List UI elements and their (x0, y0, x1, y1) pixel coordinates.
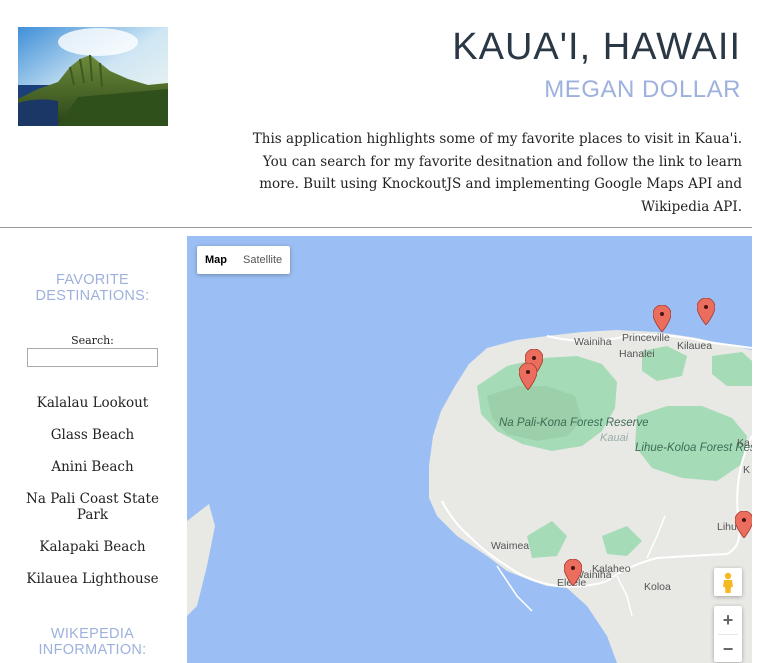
map-marker-kalapaki-beach[interactable] (735, 511, 752, 538)
location-item-kalalau-lookout[interactable]: Kalalau Lookout (18, 395, 167, 411)
map-marker-kalalau-lookout[interactable] (519, 363, 537, 390)
map-label-kalaheo: Kalaheo (592, 563, 631, 575)
wikipedia-heading: WIKEPEDIA INFORMATION: (38, 626, 147, 658)
location-item-glass-beach[interactable]: Glass Beach (18, 427, 167, 443)
map-label-koloa: Koloa (644, 581, 671, 593)
map-marker-anini-beach[interactable] (653, 305, 671, 332)
zoom-out-button[interactable]: − (714, 635, 742, 663)
sidebar: FAVORITE DESTINATIONS: Search: Kalalau L… (0, 235, 185, 663)
map-label-k: K (743, 464, 751, 476)
page-title: KAUA'I, HAWAII (452, 26, 741, 68)
location-item-na-pali-coast[interactable]: Na Pali Coast State Park (18, 491, 167, 523)
location-list: Kalalau Lookout Glass Beach Anini Beach … (18, 395, 167, 603)
search-input[interactable] (27, 348, 158, 367)
map-label-wainiha-north: Wainiha (574, 336, 612, 348)
map-type-map-button[interactable]: Map (197, 246, 235, 274)
search-label: Search: (71, 334, 114, 347)
header-divider (0, 227, 752, 228)
map-label-napali-forest: Na Pali-Kona Forest Reserve (499, 417, 649, 429)
street-view-pegman-icon[interactable] (714, 568, 742, 596)
location-item-kilauea-lighthouse[interactable]: Kilauea Lighthouse (18, 571, 167, 587)
favorites-heading: FAVORITE DESTINATIONS: (35, 272, 150, 304)
map-marker-kilauea-lighthouse[interactable] (697, 298, 715, 325)
map-type-satellite-button[interactable]: Satellite (235, 246, 290, 274)
google-map[interactable]: Map Satellite Wainiha Princeville Hanale… (187, 236, 752, 663)
header-kauai-photo (18, 27, 168, 126)
map-label-lihue: Lihu (717, 521, 737, 533)
zoom-in-button[interactable]: + (714, 606, 742, 634)
map-label-waimea: Waimea (491, 540, 530, 552)
map-label-hanalei: Hanalei (619, 348, 655, 360)
author-name: MEGAN DOLLAR (544, 76, 741, 103)
map-type-control: Map Satellite (197, 246, 291, 274)
app-description: This application highlights some of my f… (252, 131, 742, 215)
location-item-anini-beach[interactable]: Anini Beach (18, 459, 167, 475)
map-label-kilauea: Kilauea (677, 340, 713, 352)
map-marker-glass-beach[interactable] (564, 559, 582, 586)
zoom-control: + − (714, 606, 742, 662)
map-label-lihue-koloa-forest: Lihue-Koloa Forest Reserve (635, 442, 752, 454)
map-label-ka: Ka (737, 437, 750, 449)
location-item-kalapaki-beach[interactable]: Kalapaki Beach (18, 539, 167, 555)
map-label-princeville: Princeville (622, 332, 670, 344)
map-label-kauai: Kauai (600, 432, 629, 444)
